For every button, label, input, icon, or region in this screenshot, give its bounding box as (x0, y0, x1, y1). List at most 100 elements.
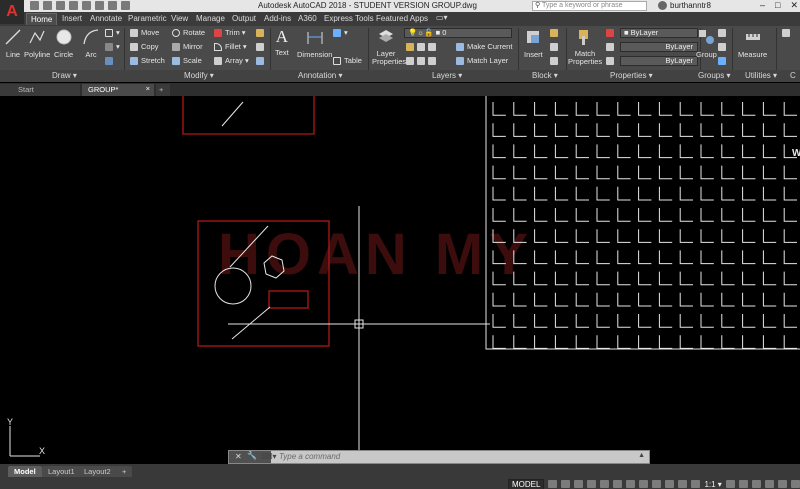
copy-tool[interactable]: Copy (130, 42, 159, 52)
isodraft-icon[interactable] (600, 480, 610, 488)
trim-tool[interactable]: Trim ▾ (214, 28, 246, 38)
polyline-tool[interactable]: Polyline (24, 28, 50, 59)
grid-cell[interactable] (700, 229, 714, 243)
grid-cell[interactable] (638, 144, 652, 159)
grid-cell[interactable] (596, 208, 610, 222)
grid-cell[interactable] (534, 229, 548, 243)
grid-cell[interactable] (596, 314, 610, 328)
dimension-tool[interactable]: Dimension (297, 28, 332, 59)
new-file-icon[interactable] (30, 1, 39, 10)
grid-cell[interactable] (762, 208, 777, 222)
red-rectangle-top[interactable] (182, 96, 315, 135)
grid-cell[interactable] (534, 292, 548, 307)
grid-cell[interactable] (575, 165, 589, 180)
grid-cell[interactable] (596, 102, 610, 116)
grid-cell[interactable] (596, 335, 610, 349)
block-attr-icon[interactable] (550, 56, 561, 66)
grid-cell[interactable] (617, 271, 631, 286)
mirror-tool[interactable]: Mirror (172, 42, 203, 52)
grid-cell[interactable] (700, 165, 714, 180)
grid-cell[interactable] (658, 186, 673, 201)
grid-cell[interactable] (513, 123, 527, 137)
close-button[interactable]: ✕ (790, 0, 798, 11)
print-icon[interactable] (82, 1, 91, 10)
grid-cell[interactable] (534, 165, 548, 180)
grid-cell[interactable] (783, 229, 797, 243)
grid-cell[interactable] (700, 271, 714, 286)
move-tool[interactable]: Move (130, 28, 159, 38)
block-panel-label[interactable]: Block ▾ (532, 71, 558, 80)
grid-cell[interactable] (638, 250, 652, 265)
arc-tool[interactable]: Arc (82, 28, 100, 59)
offset-icon[interactable] (256, 56, 267, 66)
grid-cell[interactable] (492, 335, 506, 349)
grid-cell[interactable] (492, 208, 506, 222)
grid-cell[interactable] (617, 229, 631, 243)
line-tool[interactable]: Line (4, 28, 22, 59)
minimize-button[interactable]: – (760, 0, 765, 11)
grid-cell[interactable] (617, 314, 631, 328)
grid-cell[interactable] (721, 292, 735, 307)
grid-cell[interactable] (658, 292, 673, 307)
grid-cell[interactable] (554, 292, 569, 307)
command-input[interactable]: Type a command (279, 452, 340, 461)
redo-icon[interactable] (108, 1, 117, 10)
grid-cell[interactable] (658, 123, 673, 137)
grid-cell[interactable] (638, 335, 652, 349)
grid-cell[interactable] (721, 165, 735, 180)
grid-cell[interactable] (638, 102, 652, 116)
grid-cell[interactable] (658, 314, 673, 328)
stretch-tool[interactable]: Stretch (130, 56, 165, 66)
isolate-icon[interactable] (751, 480, 761, 488)
new-layout-button[interactable]: + (116, 466, 133, 477)
drawing-canvas[interactable]: HOAN MY W Y X (0, 96, 800, 464)
workspace-gear-icon[interactable] (725, 480, 735, 488)
grid-cell[interactable] (679, 102, 693, 116)
grid-cell[interactable] (679, 335, 693, 349)
grid-cell[interactable] (721, 144, 735, 159)
grid-cell[interactable] (679, 271, 693, 286)
grid-cell[interactable] (700, 292, 714, 307)
grid-cell[interactable] (575, 102, 589, 116)
grid-cell[interactable] (513, 102, 527, 116)
grid-cell[interactable] (554, 271, 569, 286)
app-menu-button[interactable]: A (0, 0, 24, 24)
properties-panel-label[interactable]: Properties ▾ (610, 71, 653, 80)
grid-cell[interactable] (658, 208, 673, 222)
grid-cell[interactable] (742, 123, 756, 137)
layers-panel-label[interactable]: Layers ▾ (432, 71, 462, 80)
grid-cell[interactable] (742, 165, 756, 180)
grid-cell[interactable] (679, 165, 693, 180)
snap-toggle-icon[interactable] (561, 480, 571, 488)
grid-cell[interactable] (638, 165, 652, 180)
grid-cell[interactable] (554, 102, 569, 116)
grid-cell[interactable] (658, 229, 673, 243)
grid-cell[interactable] (554, 250, 569, 265)
make-current-tool[interactable]: Make Current (456, 42, 512, 52)
layer-properties-tool[interactable]: Layer Properties (372, 28, 406, 66)
scale-tool[interactable]: Scale (172, 56, 202, 66)
measure-tool[interactable]: Measure (738, 28, 767, 59)
grid-cell[interactable] (534, 271, 548, 286)
transparency-icon[interactable] (652, 480, 662, 488)
grid-cell[interactable] (700, 335, 714, 349)
grid-cell[interactable] (762, 144, 777, 159)
grid-cell[interactable] (617, 123, 631, 137)
grid-cell[interactable] (575, 292, 589, 307)
rectangle-icon[interactable]: ▾ (105, 28, 120, 38)
new-tab-button[interactable]: + (156, 84, 170, 96)
grid-cell[interactable] (638, 186, 652, 201)
grid-cell[interactable] (513, 144, 527, 159)
layout-tab-layout2[interactable]: Layout2 (78, 466, 117, 477)
tab-featured-apps[interactable]: Featured Apps (372, 13, 432, 24)
grid-cell[interactable] (492, 292, 506, 307)
command-prompt-icon[interactable]: ⌨▾ (261, 452, 277, 461)
grid-cell[interactable] (742, 271, 756, 286)
color-dropdown[interactable]: ■ ByLayer (620, 28, 698, 38)
ortho-toggle-icon[interactable] (574, 480, 584, 488)
table-tool[interactable]: Table (333, 56, 362, 66)
grid-cell[interactable] (742, 102, 756, 116)
grid-cell[interactable] (617, 335, 631, 349)
grid-cell[interactable] (575, 229, 589, 243)
grid-cell[interactable] (513, 292, 527, 307)
